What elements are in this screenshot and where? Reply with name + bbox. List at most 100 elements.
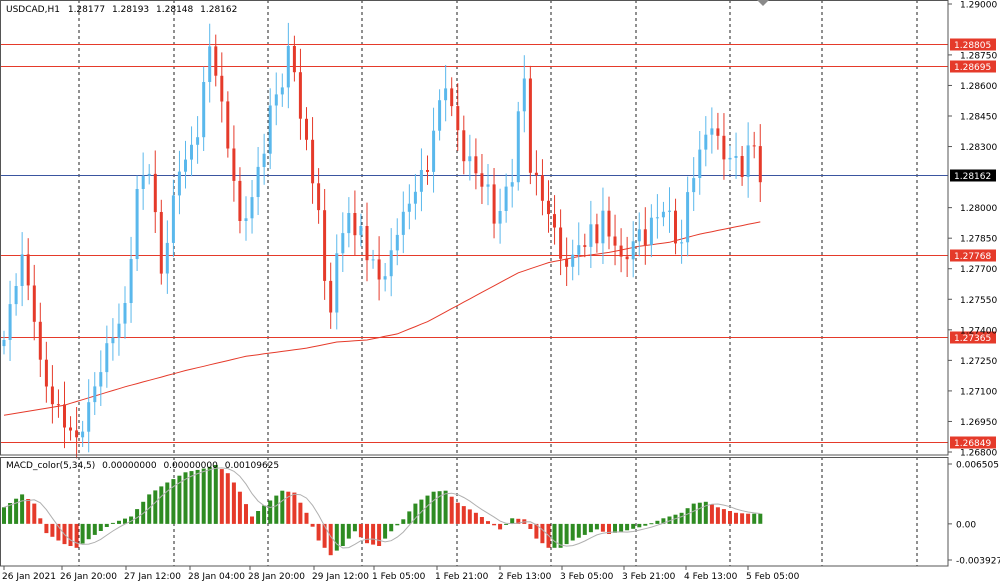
macd-bar	[244, 504, 248, 524]
macd-bar	[44, 523, 49, 534]
candle-body	[353, 213, 357, 236]
candle-body	[38, 321, 42, 360]
candle-body	[214, 46, 218, 76]
macd-bar	[637, 523, 642, 528]
candle-body	[347, 213, 351, 234]
macd-bar	[50, 523, 55, 537]
candle	[722, 113, 726, 180]
candle	[674, 198, 677, 255]
macd-bar	[449, 496, 454, 524]
candle	[256, 147, 260, 215]
candle	[613, 214, 617, 266]
candle-body	[63, 404, 66, 428]
current-price-label: 1.28162	[954, 172, 991, 182]
macd-bar	[582, 523, 587, 535]
candle	[274, 72, 278, 126]
candle	[292, 35, 296, 82]
candle-body	[534, 172, 538, 176]
candle-body	[323, 210, 327, 281]
candle-body	[81, 431, 85, 438]
candle-body	[2, 340, 6, 347]
candle-body	[262, 153, 266, 167]
candle	[81, 420, 85, 447]
macd-bar	[32, 503, 37, 524]
candle-body	[117, 323, 121, 338]
candle	[607, 196, 611, 250]
candle	[202, 66, 206, 151]
candle-body	[407, 203, 411, 212]
candle	[661, 201, 665, 227]
macd-bar	[594, 523, 599, 530]
macd-bar	[274, 495, 279, 524]
macd-bar	[298, 502, 303, 524]
candle-body	[341, 233, 345, 254]
macd-bar	[80, 523, 85, 544]
candle	[686, 176, 690, 257]
candle	[280, 73, 284, 107]
macd-bar	[752, 513, 757, 524]
candle	[69, 416, 72, 441]
candle	[625, 236, 629, 277]
candle	[432, 107, 436, 193]
candle-body	[280, 87, 284, 95]
candle-body	[365, 226, 369, 261]
candle-body	[468, 156, 472, 162]
candle-body	[559, 227, 563, 259]
macd-bar	[334, 523, 339, 551]
time-tick-label: 4 Feb 13:00	[684, 572, 738, 582]
macd-bar	[377, 523, 382, 546]
candle-body	[153, 173, 157, 213]
macd-bar	[340, 523, 345, 546]
candle-body	[438, 100, 442, 131]
candle	[117, 303, 121, 356]
candle	[262, 133, 266, 185]
candle-body	[474, 156, 478, 174]
candle	[553, 195, 556, 245]
candle	[141, 152, 145, 210]
macd-bar	[68, 523, 73, 546]
time-tick-label: 2 Feb 13:00	[498, 572, 552, 582]
candle-body	[661, 211, 665, 218]
candle-body	[232, 148, 236, 181]
high-value: 1.28193	[112, 5, 149, 15]
candle-body	[655, 217, 659, 219]
level-lines[interactable]: 1.288051.286951.277681.273651.268491.281…	[0, 38, 996, 450]
candle-body	[583, 245, 587, 247]
candle	[75, 407, 79, 459]
moving-average	[3, 221, 761, 416]
candle-body	[740, 156, 744, 177]
macd-bar	[250, 516, 254, 524]
macd-bar	[691, 503, 696, 524]
candle	[317, 168, 321, 224]
macd-bar	[310, 523, 315, 527]
macd-bar	[685, 508, 690, 524]
candle-body	[722, 135, 726, 160]
candle-body	[383, 276, 387, 280]
level-label-text: 1.28695	[954, 63, 991, 73]
macd-bar	[280, 490, 285, 524]
candle	[190, 126, 193, 177]
macd-bar	[98, 523, 103, 531]
candle	[534, 150, 538, 196]
candle-body	[540, 175, 544, 201]
candle-body	[159, 212, 163, 274]
macd-bar	[467, 509, 472, 524]
candle	[232, 125, 236, 202]
chart-shift-marker-icon[interactable]	[757, 0, 769, 6]
candle	[510, 158, 514, 208]
candle	[583, 233, 587, 258]
time-tick-label: 1 Feb 05:00	[372, 572, 426, 582]
macd-signal-line	[3, 467, 761, 549]
candle	[298, 48, 302, 140]
candle	[692, 157, 696, 211]
macd-bar	[564, 523, 569, 545]
candle	[401, 191, 405, 254]
price-tick-label: 1.29000	[960, 1, 997, 11]
candle-body	[8, 304, 12, 340]
candle-body	[716, 128, 720, 136]
candle	[377, 236, 381, 301]
macd-bar	[715, 507, 720, 524]
candle-body	[238, 180, 242, 221]
macd-bar	[371, 523, 376, 545]
time-tick-label: 3 Feb 05:00	[560, 572, 614, 582]
